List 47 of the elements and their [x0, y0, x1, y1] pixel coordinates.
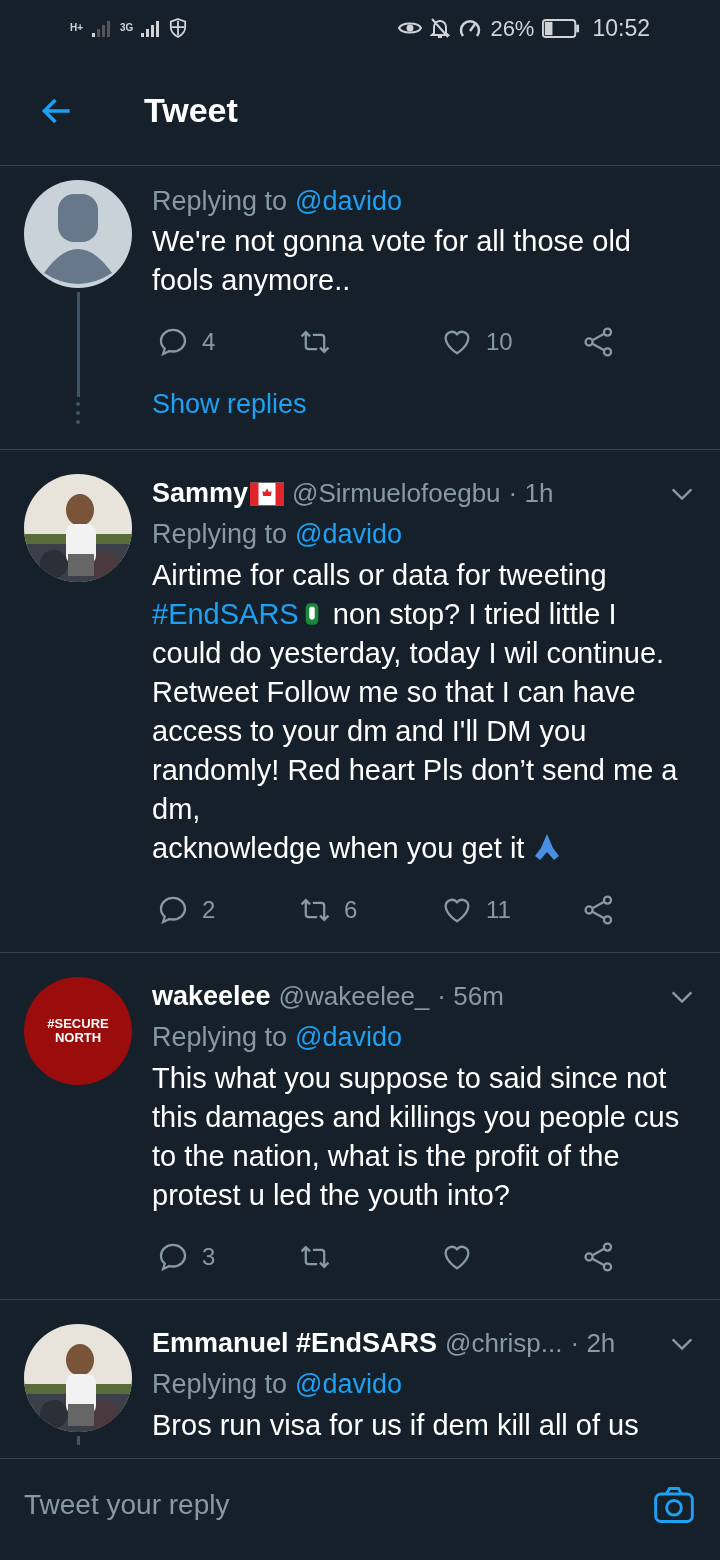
- user-handle[interactable]: @wakeelee_: [278, 977, 430, 1016]
- tweet-time: · 2h: [570, 1327, 616, 1360]
- eye-icon: [398, 20, 423, 36]
- battery-icon: [542, 18, 581, 38]
- tweet[interactable]: Replying to @davido We're not gonna vote for all those old fools anymore.. 4 10 Show replies: [0, 166, 720, 450]
- action-count: 3: [202, 1241, 216, 1272]
- replying-label: Replying to: [152, 1368, 288, 1402]
- dots-icon: [75, 400, 81, 425]
- signal-icon: [92, 19, 112, 37]
- mention-link[interactable]: @davido: [295, 1017, 403, 1058]
- tweet-text: Airtime for calls or data for tweeting #EndSARS non stop? I tried little I could do yesterday, today I wil continue. Retweet Follow me so that I can have access to your dm and I'll DM you randomly! Red heart Pls don’t send me a dm, acknowledge when you get it: [152, 557, 679, 866]
- reply-input-field[interactable]: Tweet your reply: [24, 1483, 652, 1526]
- user-handle[interactable]: @Sirmuelofoegbu: [292, 474, 501, 513]
- action-count: 6: [344, 894, 358, 925]
- speedometer-icon: [458, 17, 483, 39]
- replying-label: Replying to: [152, 1021, 288, 1055]
- action-count: 10: [486, 327, 513, 357]
- tweet-time: · 56m: [437, 980, 504, 1013]
- tweet-time: · 1h: [508, 477, 554, 510]
- shield-icon: [169, 18, 188, 38]
- tweet[interactable]: Emmanuel #EndSARS @chrisp... · 2h Replying to @davido Bros run visa for us if dem kill all of us: [0, 1299, 720, 1458]
- replying-label: Replying to: [152, 184, 288, 218]
- replying-label: Replying to: [152, 518, 288, 552]
- show-replies-link[interactable]: Show replies: [152, 389, 307, 419]
- battery-percent: 26%: [490, 14, 535, 43]
- network-label: H+: [70, 23, 84, 33]
- bell-off-icon: [430, 17, 451, 39]
- user-handle[interactable]: @chrisp...: [445, 1324, 563, 1363]
- tweet-text: Bros run visa for us if dem kill all of us: [152, 1407, 640, 1443]
- tweet-text: We're not gonna vote for all those old fools anymore..: [152, 224, 632, 298]
- logo-text: #SECURE NORTH: [46, 1016, 110, 1045]
- page-title: Tweet: [144, 90, 238, 131]
- user-name[interactable]: Emmanuel #EndSARS: [152, 1323, 438, 1364]
- user-name[interactable]: Sammy: [152, 473, 249, 514]
- signal-icon: [141, 19, 162, 37]
- network-label: 3G: [120, 23, 134, 33]
- action-count: 11: [486, 894, 511, 925]
- default-avatar-icon[interactable]: [24, 180, 132, 288]
- mention-link[interactable]: @davido: [295, 1364, 403, 1405]
- mention-link[interactable]: @davido: [295, 180, 403, 222]
- action-count: 4: [202, 327, 216, 357]
- clock-time: 10:52: [592, 13, 650, 43]
- mention-link[interactable]: @davido: [295, 514, 403, 555]
- avatar-logo[interactable]: #SECURE NORTH: [24, 976, 132, 1085]
- action-count: 2: [202, 894, 216, 925]
- user-name[interactable]: wakeelee: [152, 976, 271, 1017]
- tweet-text: This what you suppose to said since not this damages and killings you people cus to the nation, what is the profit of the protest u led the youth into?: [152, 1060, 681, 1213]
